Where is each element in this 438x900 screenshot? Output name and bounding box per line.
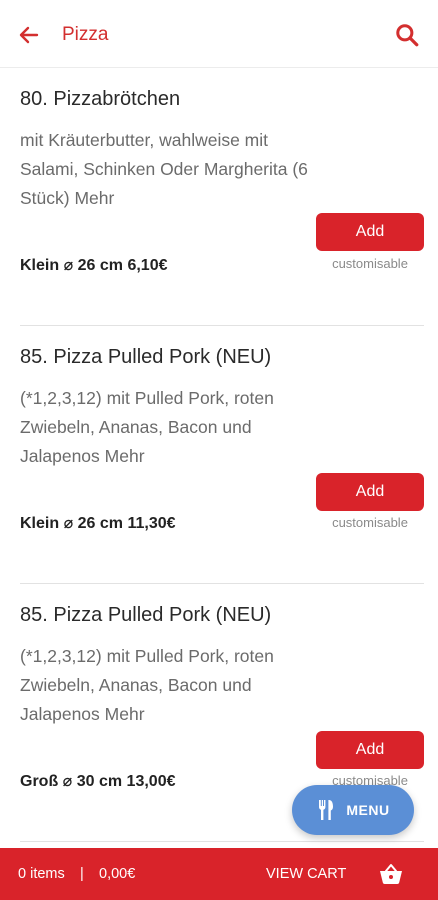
divider	[20, 841, 424, 842]
customisable-label: customisable	[332, 256, 408, 271]
app-header: Pizza	[0, 0, 438, 68]
item-description: (*1,2,3,12) mit Pulled Pork, roten Zwieb…	[20, 646, 274, 724]
item-title: 80. Pizzabrötchen	[20, 88, 181, 110]
cutlery-icon	[319, 800, 334, 820]
item-description: mit Kräuterbutter, wahlweise mit Salami,…	[20, 130, 308, 208]
search-button[interactable]	[392, 20, 422, 50]
arrow-left-icon	[19, 26, 39, 44]
item-title: 85. Pizza Pulled Pork (NEU)	[20, 346, 272, 368]
item-price: Klein ⌀ 26 cm 6,10€	[20, 257, 168, 274]
item-title: 85. Pizza Pulled Pork (NEU)	[20, 604, 272, 626]
customisable-label: customisable	[332, 515, 408, 530]
item-price: Klein ⌀ 26 cm 11,30€	[20, 515, 176, 532]
add-button[interactable]: Add	[316, 213, 424, 251]
menu-item[interactable]: 85. Pizza Pulled Pork (NEU) (*1,2,3,12) …	[0, 308, 438, 584]
view-cart-button[interactable]: VIEW CART	[266, 866, 346, 882]
back-button[interactable]	[14, 20, 44, 50]
basket-icon[interactable]	[378, 862, 404, 886]
add-button[interactable]: Add	[316, 473, 424, 511]
item-price: Groß ⌀ 30 cm 13,00€	[20, 773, 176, 790]
cart-bar[interactable]: 0 items | 0,00€ VIEW CART	[0, 848, 438, 900]
page-title: Pizza	[62, 24, 109, 45]
item-description: (*1,2,3,12) mit Pulled Pork, roten Zwieb…	[20, 388, 274, 466]
cart-item-count: 0 items	[18, 866, 65, 882]
menu-fab-button[interactable]: MENU	[292, 785, 414, 835]
add-button[interactable]: Add	[316, 731, 424, 769]
fab-label: MENU	[346, 802, 390, 818]
menu-item[interactable]: 80. Pizzabrötchen mit Kräuterbutter, wah…	[0, 68, 438, 326]
search-icon	[396, 24, 419, 47]
cart-total: 0,00€	[99, 866, 136, 882]
menu-item-list[interactable]: 80. Pizzabrötchen mit Kräuterbutter, wah…	[0, 68, 438, 848]
cart-separator: |	[80, 866, 84, 882]
